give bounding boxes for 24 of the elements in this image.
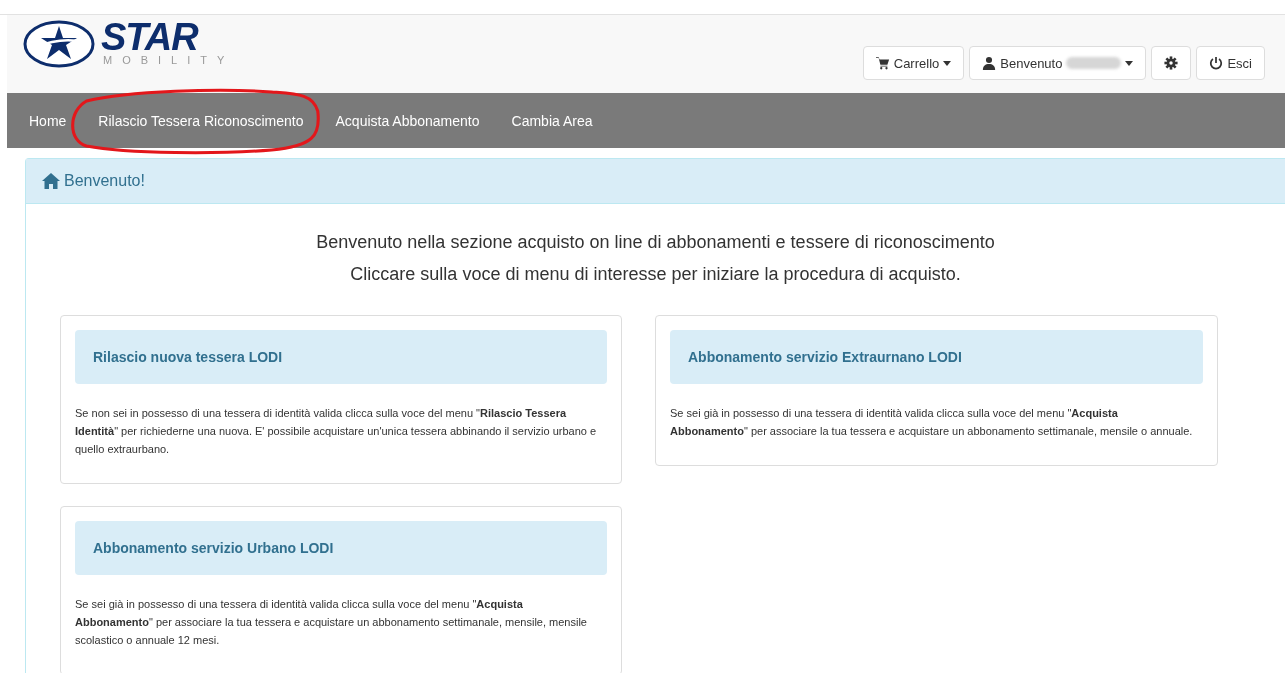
logo-wordmark: STAR — [101, 20, 199, 54]
card-heading: Abbonamento servizio Extraurnano LODI — [670, 330, 1203, 384]
nav-link[interactable]: Home — [29, 112, 67, 129]
star-logo-icon — [23, 20, 95, 68]
cart-icon — [875, 56, 890, 70]
card-text: Se non sei in possesso di una tessera di identità valida clicca sulla voce del menu "Rilascio Tessera Identità" per richiederne una nuova. E' possibile acquistare un'unica tessera abbinando il servizio urbano e quello extraurbano. — [75, 406, 598, 457]
intro-text: Cliccare sulla voce di menu di interesse per iniziare la procedura di acquisto. — [350, 264, 961, 284]
home-icon — [42, 173, 60, 189]
power-icon — [1209, 56, 1224, 70]
panel-title: Benvenuto! — [64, 172, 145, 190]
card-heading: Abbonamento servizio Urbano LODI — [75, 521, 607, 575]
intro-text: Benvenuto nella sezione acquisto on line di abbonamenti e tessere di riconoscimento — [316, 232, 995, 252]
card-text: Se sei già in possesso di una tessera di identità valida clicca sulla voce del menu "Acquista Abbonamento" per associare la tua tessera e acquistare un abbonamento settimanale, mensile o annuale. — [670, 406, 1194, 439]
card-heading: Rilascio nuova tessera LODI — [75, 330, 607, 384]
nav-link[interactable]: Acquista Abbonamento — [335, 112, 480, 129]
logo-tagline: MOBILITY — [102, 54, 235, 67]
nav-link[interactable]: Cambia Area — [511, 112, 593, 129]
card-text: Se sei già in possesso di una tessera di identità valida clicca sulla voce del menu "Acquista Abbonamento" per associare la tua tessera e acquistare un abbonamento settimanale, mensile, mensile scolastico o annuale 12 mesi. — [75, 597, 588, 648]
settings-icon — [1164, 56, 1179, 70]
user-icon — [982, 56, 997, 70]
settings-button[interactable] — [1151, 46, 1192, 80]
cart-button[interactable]: Carrello — [862, 46, 965, 80]
user-button[interactable]: Benvenuto — [969, 46, 1147, 80]
logout-button[interactable]: Esci — [1196, 46, 1265, 80]
